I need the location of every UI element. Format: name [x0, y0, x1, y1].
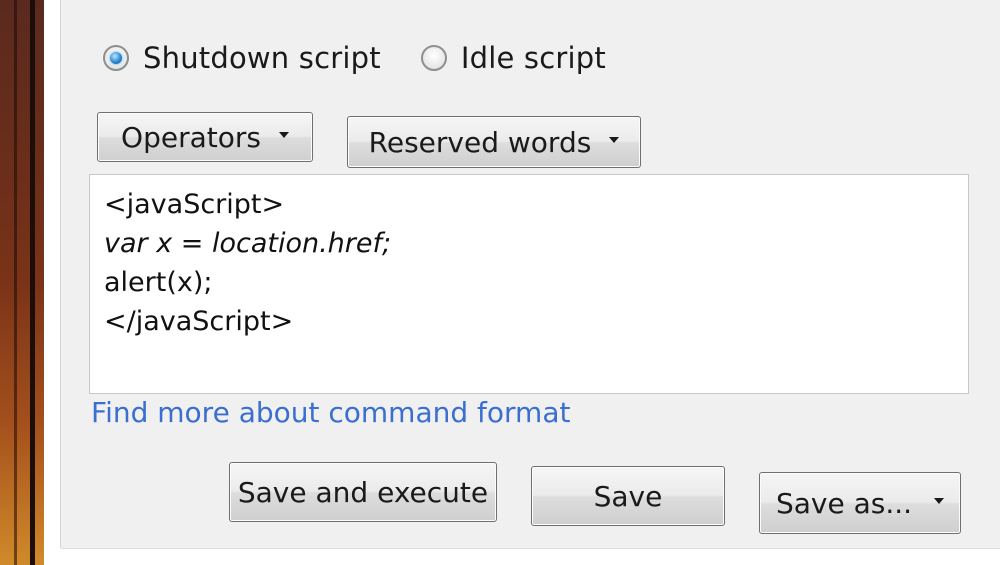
- script-editor-dialog: Shutdown script Idle script Operators Re…: [60, 0, 1000, 549]
- script-editor-textarea[interactable]: <javaScript> var x = location.href; aler…: [89, 174, 969, 394]
- save-label: Save: [593, 479, 663, 513]
- chevron-down-icon: [934, 498, 945, 504]
- chevron-down-icon: [278, 132, 289, 138]
- radio-selected-dot: [110, 52, 122, 64]
- save-as-label: Save as...: [775, 486, 913, 520]
- save-and-execute-button[interactable]: Save and execute: [229, 462, 497, 522]
- shutdown-script-radio[interactable]: [103, 45, 129, 71]
- idle-script-radio[interactable]: [420, 45, 447, 71]
- save-as-dropdown-button[interactable]: Save as...: [759, 472, 961, 534]
- operators-button-label: Operators: [121, 120, 261, 154]
- idle-script-label[interactable]: Idle script: [461, 41, 606, 75]
- reserved-words-button-label: Reserved words: [368, 125, 592, 159]
- script-type-radio-group: Shutdown script Idle script: [103, 36, 646, 80]
- shutdown-script-label[interactable]: Shutdown script: [143, 41, 381, 75]
- command-format-help-link[interactable]: Find more about command format: [91, 396, 570, 429]
- chevron-down-icon: [609, 137, 620, 143]
- shutdown-script-option[interactable]: Shutdown script: [103, 41, 381, 75]
- idle-script-option[interactable]: Idle script: [420, 41, 606, 75]
- code-line: <javaScript>: [104, 189, 285, 220]
- code-line: var x = location.href;: [104, 228, 392, 259]
- save-and-execute-label: Save and execute: [237, 475, 489, 509]
- background-window-edge: [0, 0, 44, 565]
- code-line: </javaScript>: [104, 306, 294, 337]
- save-button[interactable]: Save: [531, 466, 725, 526]
- code-line: alert(x);: [104, 267, 213, 298]
- operators-dropdown-button[interactable]: Operators: [97, 112, 313, 162]
- reserved-words-dropdown-button[interactable]: Reserved words: [347, 116, 641, 168]
